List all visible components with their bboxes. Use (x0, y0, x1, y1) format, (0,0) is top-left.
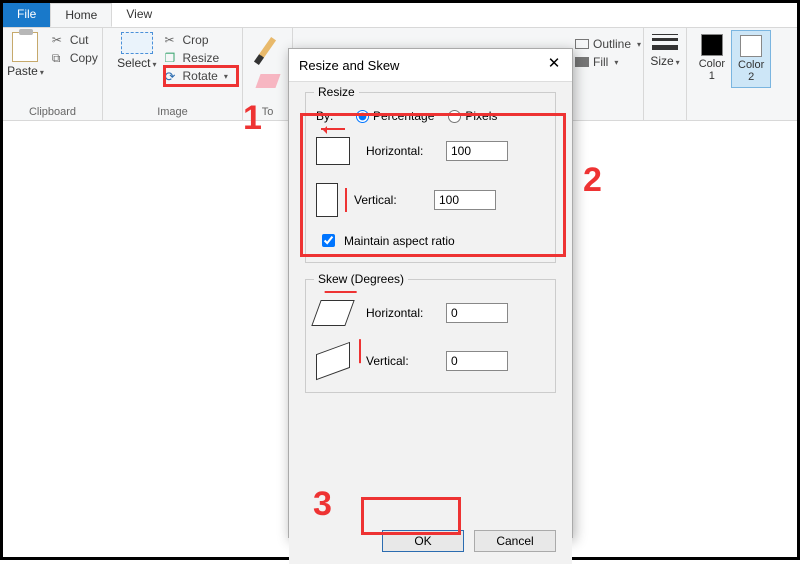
radio-percentage-label: Percentage (373, 109, 434, 123)
fill-icon (575, 57, 589, 67)
resize-horizontal-label: Horizontal: (366, 144, 446, 158)
select-button[interactable]: Select▾ (113, 30, 160, 72)
color2-swatch (740, 35, 762, 57)
annotation-number-2: 2 (583, 161, 602, 200)
resize-label: Resize (183, 51, 220, 65)
fill-button[interactable]: Fill ▾ (571, 54, 645, 70)
skew-vertical-icon (316, 342, 350, 380)
paste-icon (12, 32, 38, 62)
resize-fieldset: Resize By: Percentage Pixels Horizontal:… (305, 92, 556, 263)
chevron-down-icon: ▾ (637, 40, 641, 49)
skew-horizontal-label: Horizontal: (366, 306, 446, 320)
skew-legend: Skew (Degrees) (314, 272, 408, 286)
annotation-number-1: 1 (243, 99, 262, 138)
select-label: Select (117, 56, 150, 70)
resize-horizontal-icon (316, 137, 350, 165)
skew-horizontal-icon (311, 300, 354, 326)
cut-label: Cut (70, 33, 89, 47)
tab-home[interactable]: Home (50, 3, 112, 27)
resize-vertical-icon (316, 183, 338, 217)
size-label: Size (650, 54, 673, 68)
resize-skew-dialog: Resize and Skew ✕ Resize By: Percentage … (288, 48, 573, 538)
copy-icon (52, 51, 66, 65)
copy-label: Copy (70, 51, 98, 65)
rotate-icon (165, 69, 179, 83)
fill-label: Fill (593, 55, 608, 69)
close-button[interactable]: ✕ (546, 57, 562, 73)
tab-file[interactable]: File (3, 3, 50, 27)
cut-button[interactable]: Cut (48, 32, 102, 48)
rotate-button[interactable]: Rotate ▾ (161, 68, 232, 84)
crop-button[interactable]: Crop (161, 32, 232, 48)
radio-pixels-label: Pixels (465, 109, 497, 123)
color2-button[interactable]: Color 2 (731, 30, 771, 88)
resize-horizontal-input[interactable] (446, 141, 508, 161)
group-label-clipboard: Clipboard (29, 106, 76, 120)
pencil-icon[interactable] (253, 37, 275, 65)
dialog-title: Resize and Skew (299, 58, 399, 73)
group-size: Size▾ (643, 28, 687, 120)
radio-percentage[interactable]: Percentage (356, 109, 434, 123)
color1-swatch (701, 34, 723, 56)
resize-vertical-input[interactable] (434, 190, 496, 210)
copy-button[interactable]: Copy (48, 50, 102, 66)
resize-button[interactable]: Resize (161, 50, 232, 66)
cancel-button[interactable]: Cancel (474, 530, 556, 552)
skew-fieldset: Skew (Degrees) Horizontal: Vertical: (305, 279, 556, 393)
outline-label: Outline (593, 37, 631, 51)
color1-label: Color 1 (699, 58, 725, 82)
chevron-down-icon: ▾ (676, 58, 680, 67)
group-colors: Color 1 Color 2 (687, 28, 777, 120)
maintain-aspect-label: Maintain aspect ratio (344, 234, 455, 248)
group-image: Select▾ Crop Resize Rotate▾ Image (103, 28, 243, 120)
by-label: By: (316, 109, 356, 123)
resize-vertical-label: Vertical: (354, 193, 434, 207)
radio-pixels[interactable]: Pixels (448, 109, 497, 123)
ok-button[interactable]: OK (382, 530, 464, 552)
tab-view[interactable]: View (112, 3, 166, 27)
select-icon (121, 32, 153, 54)
group-label-tools: To (262, 106, 274, 120)
group-clipboard: Paste▾ Cut Copy Clipboard (3, 28, 103, 120)
resize-legend: Resize (314, 85, 359, 99)
group-label-image: Image (157, 106, 188, 120)
rotate-label: Rotate (183, 69, 218, 83)
chevron-down-icon: ▾ (614, 58, 618, 67)
resize-icon (165, 51, 179, 65)
color2-label: Color 2 (738, 59, 764, 83)
skew-vertical-label: Vertical: (366, 354, 446, 368)
paste-label: Paste (7, 64, 38, 78)
shape-styling: Outline ▾ Fill ▾ (573, 28, 643, 120)
paste-button[interactable]: Paste▾ (3, 30, 48, 80)
color1-button[interactable]: Color 1 (693, 30, 731, 86)
chevron-down-icon: ▾ (152, 60, 156, 69)
outline-button[interactable]: Outline ▾ (571, 36, 645, 52)
tab-bar: File Home View (3, 3, 797, 28)
crop-icon (165, 33, 179, 47)
size-button[interactable]: Size▾ (646, 30, 683, 70)
chevron-down-icon: ▾ (40, 68, 44, 77)
eraser-icon[interactable] (255, 74, 280, 88)
maintain-aspect-checkbox[interactable]: Maintain aspect ratio (318, 231, 545, 250)
skew-horizontal-input[interactable] (446, 303, 508, 323)
crop-label: Crop (183, 33, 209, 47)
cut-icon (52, 33, 66, 47)
skew-vertical-input[interactable] (446, 351, 508, 371)
annotation-number-3: 3 (313, 485, 332, 524)
chevron-down-icon: ▾ (224, 72, 228, 81)
size-icon (652, 32, 678, 52)
outline-icon (575, 39, 589, 49)
